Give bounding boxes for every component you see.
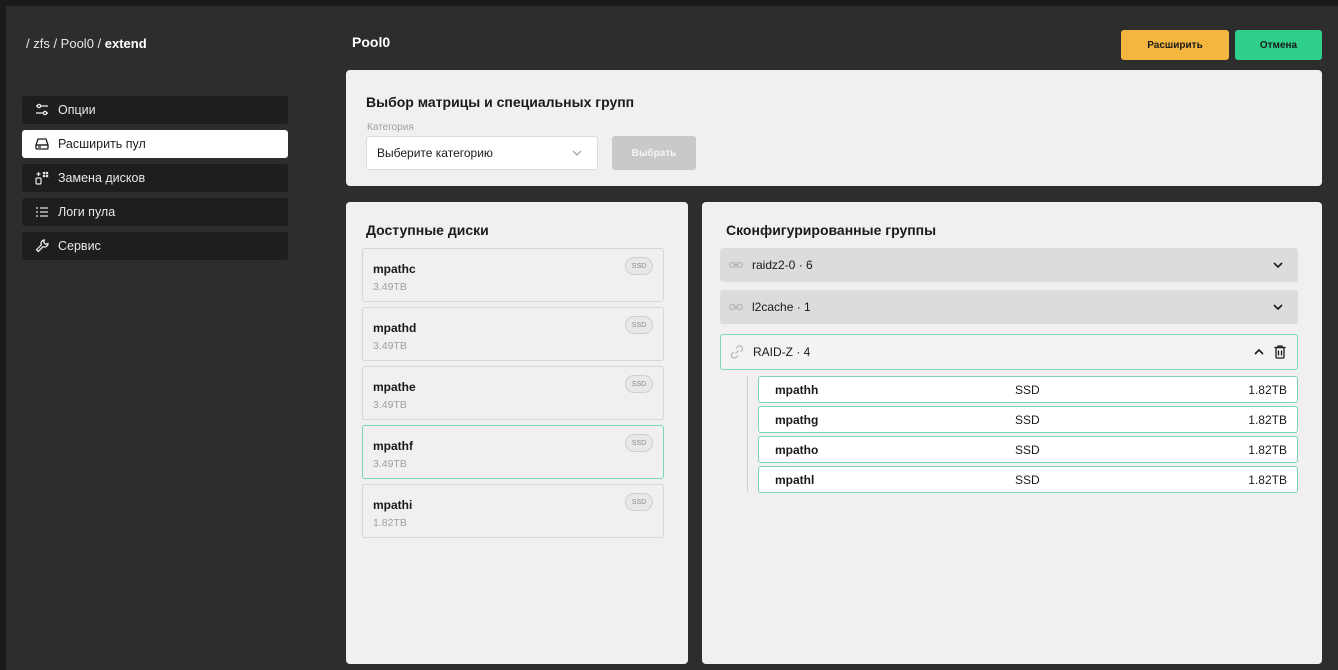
member-type: SSD: [1015, 413, 1040, 427]
tree-connector: [747, 376, 748, 492]
member-size: 1.82TB: [1248, 413, 1287, 427]
sidebar-item-pool-logs[interactable]: Логи пула: [22, 198, 288, 226]
sidebar-item-label: Расширить пул: [58, 137, 146, 151]
page-title: Pool0: [352, 34, 391, 50]
disk-size: 3.49TB: [373, 458, 407, 470]
member-name: mpatho: [775, 443, 819, 457]
disk-type-badge: SSD: [625, 257, 653, 275]
disk-card[interactable]: mpathc 3.49TB SSD: [362, 248, 664, 302]
category-select[interactable]: Выберите категорию: [366, 136, 598, 170]
disk-card[interactable]: mpathi 1.82TB SSD: [362, 484, 664, 538]
sidebar-item-expand-pool[interactable]: Расширить пул: [22, 130, 288, 158]
sidebar-item-label: Логи пула: [58, 205, 116, 219]
member-name: mpathg: [775, 413, 819, 427]
disk-name: mpathd: [373, 321, 417, 335]
group-member-row[interactable]: mpathh SSD 1.82TB: [758, 376, 1298, 403]
disk-type-badge: SSD: [625, 493, 653, 511]
breadcrumb-path[interactable]: / zfs / Pool0 /: [26, 36, 105, 51]
chevron-down-icon[interactable]: [1272, 259, 1284, 271]
group-member-row[interactable]: mpathl SSD 1.82TB: [758, 466, 1298, 493]
matrix-selection-panel: Выбор матрицы и специальных групп Катего…: [346, 70, 1322, 186]
list-icon: [34, 204, 50, 220]
link-icon: [730, 345, 744, 359]
member-type: SSD: [1015, 473, 1040, 487]
disk-size: 3.49TB: [373, 340, 407, 352]
group-member-row[interactable]: mpatho SSD 1.82TB: [758, 436, 1298, 463]
link-icon: [728, 261, 744, 269]
sidebar-item-replace-disks[interactable]: Замена дисков: [22, 164, 288, 192]
disk-card[interactable]: mpathd 3.49TB SSD: [362, 307, 664, 361]
matrix-panel-title: Выбор матрицы и специальных групп: [366, 94, 635, 110]
chevron-down-icon[interactable]: [1272, 301, 1284, 313]
disk-name: mpathf: [373, 439, 413, 453]
disk-name: mpathi: [373, 498, 413, 512]
member-size: 1.82TB: [1248, 383, 1287, 397]
member-type: SSD: [1015, 383, 1040, 397]
breadcrumb: / zfs / Pool0 / extend: [26, 36, 147, 51]
sidebar-item-label: Сервис: [58, 239, 101, 253]
disk-card[interactable]: mpathe 3.49TB SSD: [362, 366, 664, 420]
group-row[interactable]: raidz2-0 · 6: [720, 248, 1298, 282]
sidebar-item-options[interactable]: Опции: [22, 96, 288, 124]
expand-button[interactable]: Расширить: [1121, 30, 1229, 60]
category-select-value: Выберите категорию: [377, 146, 493, 160]
disk-size: 3.49TB: [373, 281, 407, 293]
app-window: / zfs / Pool0 / extend Опции Расширить п…: [0, 0, 1338, 670]
swap-disks-icon: [34, 170, 50, 186]
disk-card-selected[interactable]: mpathf 3.49TB SSD: [362, 425, 664, 479]
sliders-icon: [34, 102, 50, 118]
sidebar: Опции Расширить пул Замена дисков Логи п…: [22, 96, 288, 266]
sidebar-item-service[interactable]: Сервис: [22, 232, 288, 260]
disk-name: mpathe: [373, 380, 416, 394]
available-disks-title: Доступные диски: [366, 222, 489, 238]
group-label: RAID-Z · 4: [753, 345, 811, 359]
member-type: SSD: [1015, 443, 1040, 457]
chevron-up-icon[interactable]: [1253, 346, 1265, 358]
available-disks-panel: Доступные диски mpathc 3.49TB SSD mpathd…: [346, 202, 688, 664]
member-name: mpathl: [775, 473, 815, 487]
disk-type-badge: SSD: [625, 316, 653, 334]
drive-icon: [34, 136, 50, 152]
link-icon: [728, 303, 744, 311]
group-row[interactable]: l2cache · 1: [720, 290, 1298, 324]
category-label: Категория: [367, 122, 414, 133]
sidebar-item-label: Замена дисков: [58, 171, 146, 185]
group-label: raidz2-0 · 6: [752, 258, 813, 272]
trash-icon[interactable]: [1273, 344, 1287, 360]
chevron-down-icon: [572, 150, 582, 156]
disk-size: 3.49TB: [373, 399, 407, 411]
member-size: 1.82TB: [1248, 443, 1287, 457]
wrench-icon: [34, 238, 50, 254]
configured-groups-panel: Сконфигурированные группы raidz2-0 · 6 l…: [702, 202, 1322, 664]
disk-type-badge: SSD: [625, 434, 653, 452]
group-label: l2cache · 1: [752, 300, 811, 314]
member-name: mpathh: [775, 383, 819, 397]
cancel-button[interactable]: Отмена: [1235, 30, 1322, 60]
group-row-expanded[interactable]: RAID-Z · 4: [720, 334, 1298, 370]
disk-type-badge: SSD: [625, 375, 653, 393]
group-member-row[interactable]: mpathg SSD 1.82TB: [758, 406, 1298, 433]
member-size: 1.82TB: [1248, 473, 1287, 487]
configured-groups-title: Сконфигурированные группы: [726, 222, 937, 238]
disk-size: 1.82TB: [373, 517, 407, 529]
disk-name: mpathc: [373, 262, 416, 276]
choose-button[interactable]: Выбрать: [612, 136, 696, 170]
disk-list: mpathc 3.49TB SSD mpathd 3.49TB SSD mpat…: [362, 248, 664, 543]
sidebar-item-label: Опции: [58, 103, 96, 117]
breadcrumb-current: extend: [104, 36, 147, 51]
